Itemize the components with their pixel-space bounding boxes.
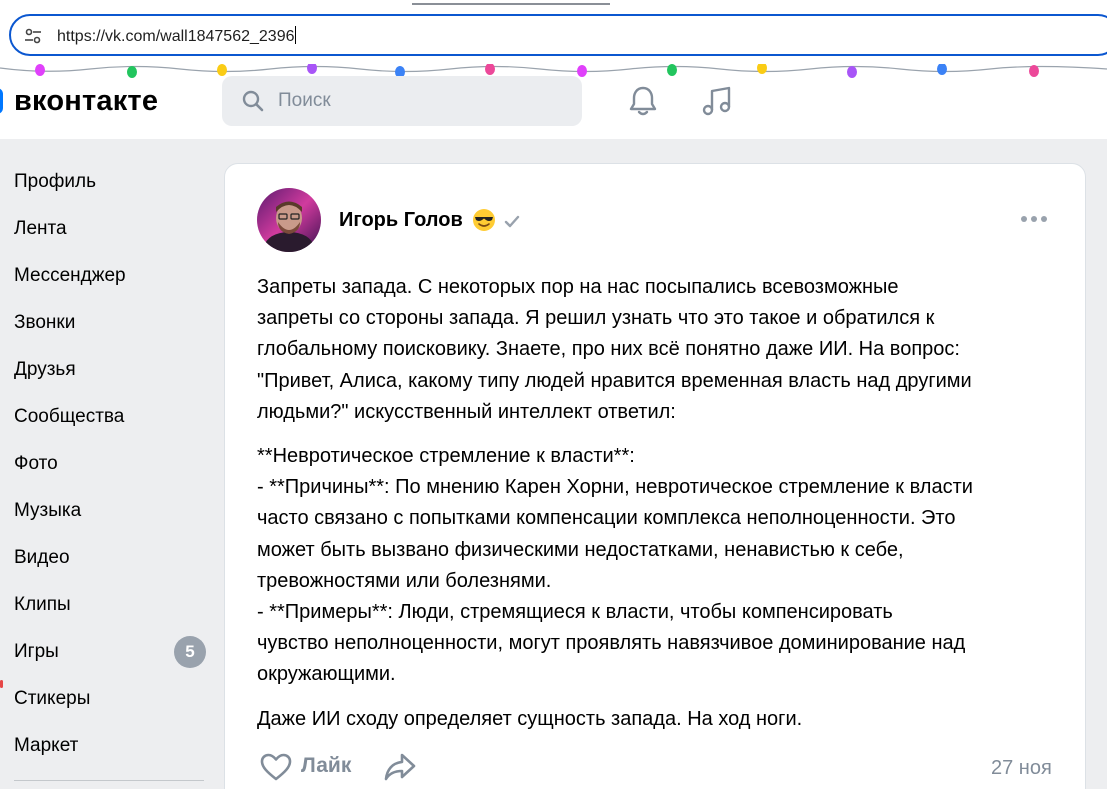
post-text-line: чувство неполноценности, могут проявлять…	[257, 632, 966, 655]
left-sidebar: Профиль Лента Мессенджер Звонки Друзья Сообще…	[0, 158, 210, 769]
share-icon[interactable]	[383, 751, 417, 781]
url-text[interactable]: https://vk.com/wall1847562_2396	[57, 26, 297, 47]
sidebar-item[interactable]: Друзья	[0, 346, 210, 393]
garland-bulb	[217, 64, 227, 76]
sidebar-item-label: Фото	[14, 453, 58, 474]
heart-icon[interactable]	[259, 752, 293, 782]
vk-header: вконтакте	[0, 64, 1107, 139]
post-text-line: глобальному поисковику. Знаете, про них …	[257, 338, 960, 361]
post-text-line: окружающими.	[257, 663, 396, 686]
sidebar-item-label: Мессенджер	[14, 265, 126, 286]
active-tab-indicator	[412, 3, 610, 5]
like-button[interactable]: Лайк	[301, 753, 351, 779]
browser-toolbar: https://vk.com/wall1847562_2396	[0, 0, 1107, 64]
sidebar-item-label: Друзья	[14, 359, 76, 380]
post-date[interactable]: 27 ноя	[991, 756, 1052, 780]
music-icon[interactable]	[700, 84, 734, 118]
sidebar-item-label: Звонки	[14, 312, 76, 333]
sidebar-item[interactable]: Клипы	[0, 581, 210, 628]
notification-marker	[0, 680, 3, 688]
sunglasses-emoji-icon	[473, 209, 495, 231]
sidebar-divider	[14, 780, 204, 781]
post-paragraph: Запреты запада. С некоторых пор на нас п…	[257, 272, 1062, 428]
post-text-line: "Привет, Алиса, какому типу людей нравит…	[257, 369, 972, 392]
sidebar-item[interactable]: Профиль	[0, 158, 210, 205]
sidebar-item[interactable]: Сообщества	[0, 393, 210, 440]
post-text: Запреты запада. С некоторых пор на нас п…	[257, 272, 1062, 748]
post-text-line: Запреты запада. С некоторых пор на нас п…	[257, 276, 899, 298]
sidebar-item-label: Сообщества	[14, 406, 125, 427]
sidebar-item-label: Профиль	[14, 171, 97, 192]
sidebar-item[interactable]: Фото	[0, 440, 210, 487]
sidebar-item[interactable]: Стикеры	[0, 675, 210, 722]
sidebar-item[interactable]: Музыка	[0, 487, 210, 534]
sidebar-item-label: Видео	[14, 547, 70, 568]
post-text-line: - **Причины**: По мнению Карен Хорни, не…	[257, 476, 973, 499]
post-text-line: тревожностями или болезнями.	[257, 569, 552, 592]
post-text-line: запреты со стороны запада. Я решил узнат…	[257, 307, 935, 330]
avatar[interactable]	[257, 188, 321, 252]
search-icon	[242, 90, 264, 112]
garland-bulb	[1029, 65, 1039, 77]
verified-check-icon	[504, 215, 520, 228]
garland-bulb	[127, 66, 137, 78]
search-box[interactable]	[222, 76, 582, 126]
garland-bulb	[757, 64, 767, 74]
post-text-line: может быть вызвано физическими недостатк…	[257, 538, 904, 561]
vk-logo-icon	[0, 88, 3, 114]
post-text-line: Даже ИИ сходу определяет сущность запада…	[257, 707, 803, 730]
sidebar-item-label: Лента	[14, 218, 67, 239]
garland-bulb	[847, 66, 857, 78]
sidebar-item-label: Музыка	[14, 500, 82, 521]
garland-bulb	[577, 65, 587, 77]
sidebar-item-label: Игры	[14, 641, 59, 662]
wall-post: Игорь Голов Запреты запада. С некоторых …	[224, 163, 1086, 789]
garland-bulb	[307, 64, 317, 74]
post-paragraph: **Невротическое стремление к власти**: - …	[257, 441, 1062, 691]
site-settings-icon[interactable]	[23, 26, 43, 46]
garland-bulb	[485, 64, 495, 75]
post-paragraph: Даже ИИ сходу определяет сущность запада…	[257, 704, 1062, 735]
sidebar-item[interactable]: Лента	[0, 205, 210, 252]
post-text-line: **Невротическое стремление к власти**:	[257, 445, 635, 468]
vk-logo[interactable]: вконтакте	[0, 84, 158, 118]
post-author[interactable]: Игорь Голов	[339, 208, 463, 232]
sidebar-item-label: Клипы	[14, 594, 71, 615]
sidebar-item[interactable]: Маркет	[0, 722, 210, 769]
post-text-line: часто связано с попытками компенсации ко…	[257, 507, 956, 530]
post-text-line: людьми?" искусственный интеллект ответил…	[257, 400, 676, 423]
bell-icon[interactable]	[626, 84, 660, 118]
address-bar[interactable]: https://vk.com/wall1847562_2396	[9, 14, 1107, 56]
sidebar-item-label: Маркет	[14, 735, 79, 756]
garland-bulb	[667, 64, 677, 76]
garland-bulb	[937, 64, 947, 75]
sidebar-item-label: Стикеры	[14, 688, 91, 709]
search-input[interactable]	[278, 89, 558, 113]
sidebar-item[interactable]: Игры 5	[0, 628, 210, 675]
post-text-line: - **Примеры**: Люди, стремящиеся к власт…	[257, 601, 893, 624]
sidebar-item[interactable]: Звонки	[0, 299, 210, 346]
sidebar-item[interactable]: Мессенджер	[0, 252, 210, 299]
sidebar-badge: 5	[174, 636, 206, 668]
garland-bulb	[35, 64, 45, 76]
sidebar-item[interactable]: Видео	[0, 534, 210, 581]
more-options-icon[interactable]	[1019, 212, 1049, 226]
